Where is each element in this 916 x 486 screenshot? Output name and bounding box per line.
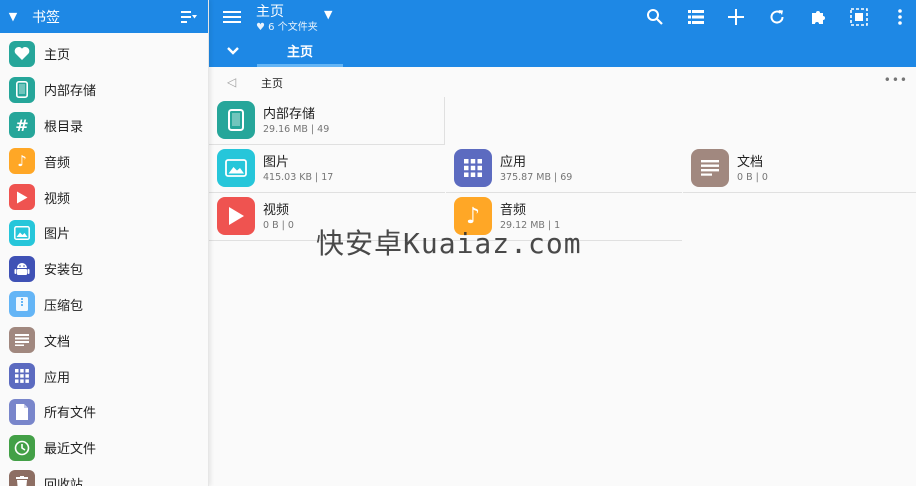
sidebar-item-root[interactable]: # 根目录	[0, 108, 208, 144]
image-icon	[217, 149, 255, 187]
music-note-icon: ♪	[9, 148, 35, 175]
sidebar-item-label: 音频	[44, 155, 71, 171]
sidebar-item-label: 根目录	[44, 119, 84, 135]
more-horiz-icon[interactable]: •••	[884, 73, 908, 87]
phone-icon	[9, 76, 35, 103]
sidebar-item-label: 内部存储	[44, 84, 97, 100]
tile-name: 文档	[737, 155, 764, 170]
tile-meta: 415.03 KB | 17	[263, 172, 334, 183]
sidebar-item-audio[interactable]: ♪ 音频	[0, 143, 208, 179]
select-all-icon[interactable]	[847, 5, 871, 29]
heart-icon	[9, 40, 35, 67]
play-icon	[9, 184, 35, 211]
top-app-bar: 主页 ♥ 6 个文件夹 ▼	[209, 0, 916, 34]
clock-icon	[9, 434, 35, 461]
heart-small-icon: ♥	[256, 22, 265, 33]
apps-grid-icon	[9, 363, 35, 390]
tile-meta: 0 B | 0	[263, 220, 294, 231]
bookmarks-sidebar: ▼ 书签 主页 内部存储 # 根目录 ♪ 音频 视频 图片 安装包 压缩包 文档…	[0, 0, 209, 486]
sidebar-item-label: 最近文件	[44, 442, 97, 458]
folder-count-text: 6 个文件夹	[268, 22, 318, 33]
sidebar-item-recycle-bin[interactable]: 回收站	[0, 466, 208, 486]
image-icon	[9, 219, 35, 246]
sidebar-item-label: 视频	[44, 191, 71, 207]
folder-tile-apps[interactable]: 应用 375.87 MB | 69	[446, 145, 682, 193]
document-icon	[9, 327, 35, 354]
sidebar-item-video[interactable]: 视频	[0, 179, 208, 215]
bookmark-list: 主页 内部存储 # 根目录 ♪ 音频 视频 图片 安装包 压缩包 文档 应用 所…	[0, 33, 208, 486]
sidebar-item-apk[interactable]: 安装包	[0, 251, 208, 287]
sidebar-item-home[interactable]: 主页	[0, 36, 208, 72]
tile-meta: 0 B | 0	[737, 172, 768, 183]
sidebar-title: 书签	[32, 9, 60, 26]
home-content: ◁ 主页 ••• 内部存储 29.16 MB | 49 图片 415.03 KB…	[209, 67, 916, 486]
play-icon	[217, 197, 255, 235]
document-icon	[691, 149, 729, 187]
title-dropdown-icon[interactable]: ▼	[324, 8, 332, 21]
tile-name: 图片	[263, 155, 290, 170]
collapse-caret-icon[interactable]: ▼	[6, 10, 20, 23]
tile-meta: 375.87 MB | 69	[500, 172, 573, 183]
sidebar-item-internal-storage[interactable]: 内部存储	[0, 72, 208, 108]
folder-tile-images[interactable]: 图片 415.03 KB | 17	[209, 145, 445, 193]
back-triangle-icon[interactable]: ◁	[227, 75, 236, 89]
tile-name: 应用	[500, 155, 527, 170]
folder-tile-internal-storage[interactable]: 内部存储 29.16 MB | 49	[209, 97, 445, 145]
sidebar-item-label: 回收站	[44, 477, 84, 486]
apps-grid-icon	[454, 149, 492, 187]
sidebar-item-apps[interactable]: 应用	[0, 358, 208, 394]
sidebar-header: ▼ 书签	[0, 0, 208, 33]
tile-name: 内部存储	[263, 107, 316, 122]
tab-home[interactable]: 主页	[257, 34, 343, 67]
sidebar-item-label: 图片	[44, 227, 71, 243]
divider	[683, 192, 916, 193]
sidebar-item-archives[interactable]: 压缩包	[0, 287, 208, 323]
menu-icon[interactable]	[222, 7, 242, 27]
divider	[444, 97, 445, 145]
tile-meta: 29.16 MB | 49	[263, 124, 330, 135]
list-view-icon[interactable]	[684, 5, 708, 29]
tab-bar: 主页	[209, 34, 916, 67]
tile-name: 音频	[500, 203, 527, 218]
search-icon[interactable]	[643, 5, 667, 29]
trash-icon	[9, 470, 35, 486]
file-icon	[9, 398, 35, 425]
chevron-down-icon[interactable]	[225, 43, 241, 59]
sidebar-item-label: 文档	[44, 334, 71, 350]
sidebar-item-label: 所有文件	[44, 406, 97, 422]
phone-icon	[217, 101, 255, 139]
add-icon[interactable]	[724, 5, 748, 29]
sidebar-item-label: 安装包	[44, 263, 84, 279]
sidebar-item-recent-files[interactable]: 最近文件	[0, 430, 208, 466]
watermark-text: 快安卓Kuaiaz.com	[316, 227, 582, 260]
hash-icon: #	[9, 112, 35, 139]
breadcrumb-path[interactable]: 主页	[261, 75, 283, 91]
archive-icon	[9, 291, 35, 318]
app-window: ▼ 书签 主页 内部存储 # 根目录 ♪ 音频 视频 图片 安装包 压缩包 文档…	[0, 0, 916, 486]
sidebar-item-all-files[interactable]: 所有文件	[0, 394, 208, 430]
refresh-icon[interactable]	[765, 5, 789, 29]
sort-icon[interactable]	[178, 6, 200, 28]
folder-count-subtitle: ♥ 6 个文件夹	[256, 18, 318, 33]
sidebar-item-label: 压缩包	[44, 298, 84, 314]
sidebar-item-images[interactable]: 图片	[0, 215, 208, 251]
more-vert-icon[interactable]	[888, 5, 912, 29]
tile-name: 视频	[263, 203, 290, 218]
sidebar-item-label: 应用	[44, 370, 71, 386]
android-icon	[9, 255, 35, 282]
folder-tile-documents[interactable]: 文档 0 B | 0	[683, 145, 916, 193]
sidebar-item-documents[interactable]: 文档	[0, 322, 208, 358]
extension-icon[interactable]	[806, 5, 830, 29]
breadcrumb: ◁ 主页 •••	[209, 67, 916, 97]
sidebar-item-label: 主页	[44, 48, 71, 64]
